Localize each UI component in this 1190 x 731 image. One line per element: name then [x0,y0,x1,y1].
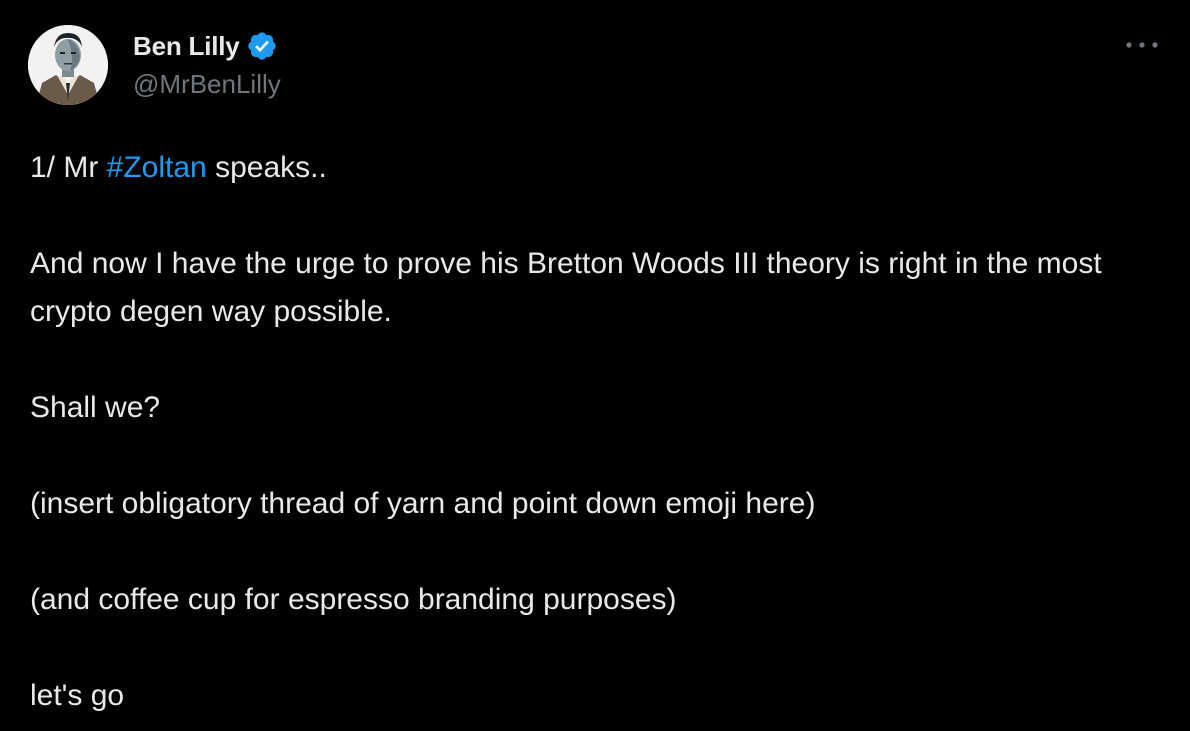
avatar-illustration [28,25,108,105]
tweet-text-suffix: speaks.. [206,151,327,184]
handle[interactable]: @MrBenLilly [133,69,281,100]
tweet-text: 1/ Mr #Zoltan speaks.. And now I have th… [30,144,1160,720]
tweet-line-1: 1/ Mr #Zoltan speaks.. [30,144,1160,192]
more-options-icon [1126,42,1158,48]
tweet-text-prefix: 1/ Mr [30,151,107,184]
avatar[interactable] [28,25,108,105]
tweet-paragraph-4: (insert obligatory thread of yarn and po… [30,487,816,520]
author-info: Ben Lilly @MrBenLilly [133,27,281,100]
display-name[interactable]: Ben Lilly [133,31,240,62]
more-options-button[interactable] [1122,30,1162,60]
hashtag-link[interactable]: #Zoltan [107,151,207,184]
tweet-card: Ben Lilly @MrBenLilly 1/ Mr #Zoltan spea… [0,0,1190,731]
name-row: Ben Lilly [133,27,281,65]
tweet-paragraph-3: Shall we? [30,391,161,424]
tweet-paragraph-2: And now I have the urge to prove his Bre… [30,247,1102,328]
tweet-paragraph-6: let's go [30,679,125,712]
tweet-paragraph-5: (and coffee cup for espresso branding pu… [30,583,677,616]
verified-badge-icon[interactable] [246,30,278,62]
